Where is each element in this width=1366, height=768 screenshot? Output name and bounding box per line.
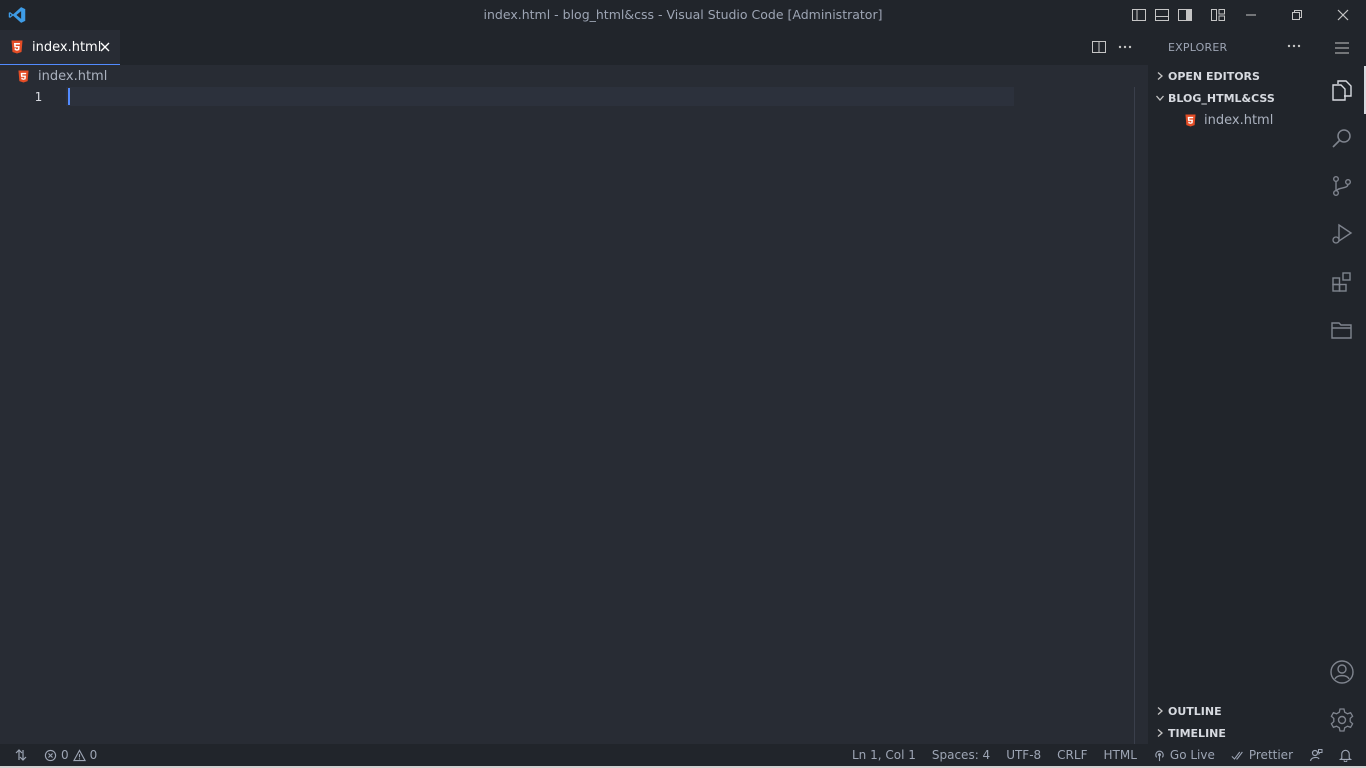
section-outline[interactable]: OUTLINE — [1148, 700, 1318, 722]
remote-indicator-icon[interactable] — [0, 744, 36, 766]
editor-tabs-bar: index.html — [0, 30, 1148, 65]
toggle-secondary-sidebar-icon[interactable] — [1176, 6, 1193, 23]
source-control-icon[interactable] — [1318, 162, 1366, 210]
problems-indicator[interactable]: 0 0 — [36, 744, 105, 766]
layout-controls — [1130, 6, 1226, 23]
file-tree-item[interactable]: index.html — [1148, 109, 1318, 131]
section-label: TIMELINE — [1168, 726, 1226, 740]
restore-icon[interactable] — [1274, 0, 1320, 30]
customize-layout-icon[interactable] — [1209, 6, 1226, 23]
breadcrumb-file[interactable]: index.html — [38, 69, 107, 84]
accounts-icon[interactable] — [1318, 648, 1366, 696]
window-controls — [1228, 0, 1366, 30]
more-actions-icon[interactable] — [1116, 38, 1134, 56]
section-timeline[interactable]: TIMELINE — [1148, 722, 1318, 744]
language-mode[interactable]: HTML — [1095, 744, 1144, 766]
activity-bar — [1318, 30, 1366, 744]
toggle-primary-sidebar-icon[interactable] — [1130, 6, 1147, 23]
explorer-title: EXPLORER — [1168, 41, 1228, 54]
chevron-down-icon — [1154, 92, 1166, 104]
file-name: index.html — [1204, 112, 1274, 128]
editor-scrollbar[interactable] — [1134, 87, 1148, 744]
search-icon[interactable] — [1318, 114, 1366, 162]
section-label: BLOG_HTML&CSS — [1168, 91, 1275, 105]
line-number: 1 — [34, 89, 42, 104]
section-label: OUTLINE — [1168, 704, 1222, 718]
breadcrumb: index.html — [0, 65, 1134, 87]
section-open-editors[interactable]: OPEN EDITORS — [1148, 65, 1318, 87]
warning-count: 0 — [89, 748, 98, 762]
current-line-highlight — [66, 87, 1014, 106]
broadcast-icon — [1153, 749, 1166, 762]
section-folder[interactable]: BLOG_HTML&CSS — [1148, 87, 1318, 109]
extensions-icon[interactable] — [1318, 258, 1366, 306]
end-of-line[interactable]: CRLF — [1049, 744, 1095, 766]
html5-file-icon — [1185, 114, 1196, 127]
explorer-sidebar: EXPLORER OPEN EDITORS BLOG_HTML&CSS inde… — [1148, 30, 1318, 744]
chevron-right-icon — [1154, 727, 1166, 739]
notifications-bell-icon[interactable] — [1331, 744, 1366, 766]
double-check-icon — [1231, 749, 1245, 762]
explorer-more-icon[interactable] — [1284, 38, 1304, 54]
cursor-position[interactable]: Ln 1, Col 1 — [844, 744, 924, 766]
warning-icon — [72, 748, 86, 762]
chevron-right-icon — [1154, 70, 1166, 82]
close-tab-icon[interactable] — [98, 40, 112, 54]
prettier-label: Prettier — [1248, 748, 1293, 762]
prettier-button[interactable]: Prettier — [1223, 744, 1301, 766]
toggle-panel-icon[interactable] — [1153, 6, 1170, 23]
text-cursor — [68, 88, 70, 105]
menu-icon[interactable] — [1318, 30, 1366, 66]
html5-file-icon — [18, 70, 29, 83]
go-live-button[interactable]: Go Live — [1145, 744, 1223, 766]
chevron-right-icon — [1154, 705, 1166, 717]
indentation[interactable]: Spaces: 4 — [924, 744, 998, 766]
error-count: 0 — [61, 748, 69, 762]
section-label: OPEN EDITORS — [1168, 69, 1260, 83]
editor-actions — [1090, 38, 1134, 56]
manage-gear-icon[interactable] — [1318, 696, 1366, 744]
tab-label: index.html — [32, 39, 102, 55]
explorer-icon[interactable] — [1318, 66, 1366, 114]
run-debug-icon[interactable] — [1318, 210, 1366, 258]
vscode-logo-icon[interactable] — [8, 6, 26, 24]
code-editor[interactable]: 1 — [0, 87, 1134, 744]
feedback-icon[interactable] — [1301, 744, 1331, 766]
error-icon — [44, 749, 57, 762]
status-bar: 0 0 Ln 1, Col 1 Spaces: 4 UTF-8 CRLF HTM… — [0, 744, 1366, 766]
go-live-label: Go Live — [1169, 748, 1215, 762]
remote-explorer-icon[interactable] — [1318, 306, 1366, 354]
close-window-icon[interactable] — [1320, 0, 1366, 30]
html5-file-icon — [11, 40, 23, 54]
title-bar: index.html - blog_html&css - Visual Stud… — [0, 0, 1366, 30]
split-editor-icon[interactable] — [1090, 38, 1108, 56]
tab-index-html[interactable]: index.html — [0, 30, 120, 65]
minimize-icon[interactable] — [1228, 0, 1274, 30]
encoding[interactable]: UTF-8 — [998, 744, 1049, 766]
